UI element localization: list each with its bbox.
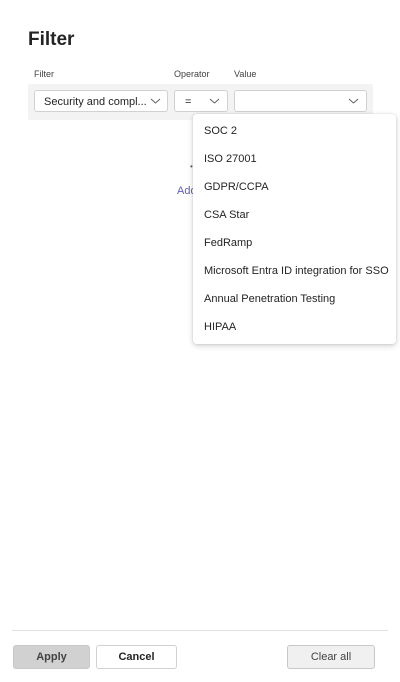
filter-field-value: Security and compl... (44, 96, 147, 108)
footer-divider (12, 630, 388, 631)
value-dropdown-menu: SOC 2 ISO 27001 GDPR/CCPA CSA Star FedRa… (193, 114, 396, 344)
chevron-down-icon (150, 98, 161, 104)
dropdown-option-entra-sso[interactable]: Microsoft Entra ID integration for SSO (204, 265, 389, 277)
dropdown-option-csa-star[interactable]: CSA Star (204, 209, 249, 221)
dropdown-option-fedramp[interactable]: FedRamp (204, 237, 252, 249)
dropdown-option-soc2[interactable]: SOC 2 (204, 125, 237, 137)
dropdown-option-hipaa[interactable]: HIPAA (204, 321, 236, 333)
operator-select[interactable]: = (174, 90, 228, 112)
value-column-label: Value (234, 69, 257, 79)
apply-button[interactable]: Apply (13, 645, 90, 669)
value-select[interactable] (234, 90, 367, 112)
chevron-down-icon (209, 98, 220, 104)
dropdown-option-gdpr-ccpa[interactable]: GDPR/CCPA (204, 181, 269, 193)
operator-column-label: Operator (174, 69, 210, 79)
panel-title: Filter (28, 29, 75, 50)
dropdown-option-iso27001[interactable]: ISO 27001 (204, 153, 257, 165)
operator-value: = (185, 96, 192, 108)
dropdown-option-pen-testing[interactable]: Annual Penetration Testing (204, 293, 335, 305)
cancel-button[interactable]: Cancel (96, 645, 177, 669)
clear-all-button[interactable]: Clear all (287, 645, 375, 669)
filter-column-label: Filter (34, 69, 54, 79)
filter-field-select[interactable]: Security and compl... (34, 90, 168, 112)
chevron-down-icon (348, 98, 359, 104)
